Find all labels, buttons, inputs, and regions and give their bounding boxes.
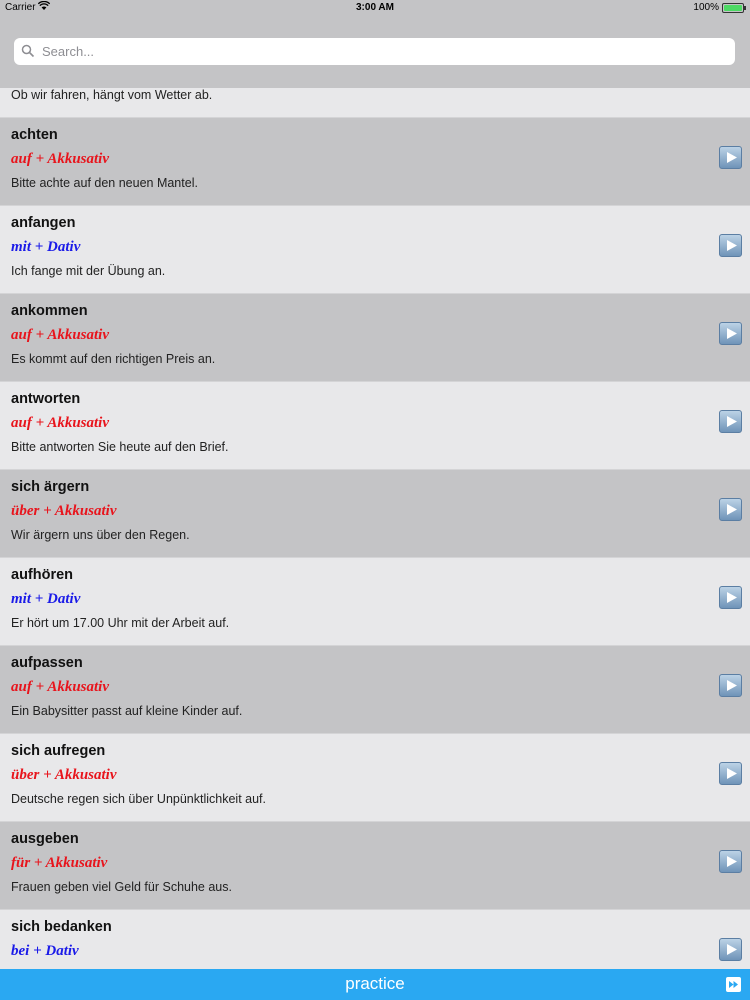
play-audio-button[interactable] [719, 234, 742, 257]
search-input[interactable] [42, 38, 722, 65]
preposition-case-label: auf + Akkusativ [11, 679, 110, 695]
list-item[interactable]: sich aufregen über + Akkusativ Deutsche re… [0, 733, 750, 821]
play-audio-button[interactable] [719, 586, 742, 609]
battery-percent: 100% [693, 2, 719, 13]
status-time: 3:00 AM [356, 2, 394, 13]
play-audio-button[interactable] [719, 674, 742, 697]
list-item[interactable]: aufpassen auf + Akkusativ Ein Babysitter p… [0, 645, 750, 733]
verb-label: achten [11, 127, 58, 143]
search-box[interactable] [14, 38, 735, 65]
verb-label: aufhören [11, 567, 74, 583]
verb-label: sich aufregen [11, 743, 106, 759]
list-item[interactable]: Ob wir fahren, hängt vom Wetter ab. [0, 88, 750, 117]
preposition-case-label: über + Akkusativ [11, 767, 117, 783]
play-icon [727, 504, 737, 515]
example-sentence: Wir ärgern uns über den Regen. [11, 528, 190, 542]
verb-label: sich bedanken [11, 919, 112, 935]
example-sentence: Ich fange mit der Übung an. [11, 264, 166, 278]
preposition-case-label: mit + Dativ [11, 591, 81, 607]
verb-label: sich ärgern [11, 479, 90, 495]
play-icon [727, 680, 737, 691]
list-item[interactable]: sich ärgern über + Akkusativ Wir ärgern un… [0, 469, 750, 557]
example-sentence: Ein Babysitter passt auf kleine Kinder a… [11, 704, 243, 718]
play-audio-button[interactable] [719, 938, 742, 961]
verb-label: aufpassen [11, 655, 83, 671]
preposition-case-label: auf + Akkusativ [11, 151, 110, 167]
list-item[interactable]: aufhören mit + Dativ Er hört um 17.00 Uhr … [0, 557, 750, 645]
verb-list[interactable]: Ob wir fahren, hängt vom Wetter ab. acht… [0, 88, 750, 969]
play-icon [727, 328, 737, 339]
verb-label: ankommen [11, 303, 88, 319]
example-sentence: Bitte antworten Sie heute auf den Brief. [11, 440, 229, 454]
fast-forward-icon[interactable] [726, 977, 741, 992]
play-audio-button[interactable] [719, 322, 742, 345]
play-icon [727, 856, 737, 867]
verb-label: ausgeben [11, 831, 79, 847]
play-icon [727, 768, 737, 779]
verb-label: antworten [11, 391, 81, 407]
example-sentence: Es kommt auf den richtigen Preis an. [11, 352, 216, 366]
example-sentence: Frauen geben viel Geld für Schuhe aus. [11, 880, 232, 894]
play-icon [727, 944, 737, 955]
search-icon [21, 44, 35, 58]
verb-label: anfangen [11, 215, 76, 231]
example-sentence: Deutsche regen sich über Unpünktlichkeit… [11, 792, 267, 806]
list-item[interactable]: ausgeben für + Akkusativ Frauen geben viel… [0, 821, 750, 909]
play-icon [727, 592, 737, 603]
list-item[interactable]: antworten auf + Akkusativ Bitte antworten … [0, 381, 750, 469]
example-sentence: Bitte achte auf den neuen Mantel. [11, 176, 198, 190]
play-icon [727, 416, 737, 427]
preposition-case-label: mit + Dativ [11, 239, 81, 255]
example-sentence: Er hört um 17.00 Uhr mit der Arbeit auf. [11, 616, 230, 630]
list-item[interactable]: ankommen auf + Akkusativ Es kommt auf den … [0, 293, 750, 381]
play-audio-button[interactable] [719, 498, 742, 521]
search-bar-container [0, 16, 750, 88]
preposition-case-label: auf + Akkusativ [11, 327, 110, 343]
list-item[interactable]: achten auf + Akkusativ Bitte achte auf den… [0, 117, 750, 205]
play-audio-button[interactable] [719, 850, 742, 873]
preposition-case-label: auf + Akkusativ [11, 415, 110, 431]
preposition-case-label: über + Akkusativ [11, 503, 117, 519]
battery-icon [722, 3, 746, 13]
play-audio-button[interactable] [719, 146, 742, 169]
play-audio-button[interactable] [719, 410, 742, 433]
play-icon [727, 152, 737, 163]
preposition-case-label: für + Akkusativ [11, 855, 108, 871]
list-item[interactable]: anfangen mit + Dativ Ich fange mit der Übu… [0, 205, 750, 293]
example-sentence: Ob wir fahren, hängt vom Wetter ab. [11, 88, 213, 102]
status-bar: Carrier 3:00 AM 100% [0, 0, 750, 16]
play-icon [727, 240, 737, 251]
play-audio-button[interactable] [719, 762, 742, 785]
practice-button[interactable]: practice [0, 974, 750, 994]
preposition-case-label: bei + Dativ [11, 943, 79, 959]
list-item[interactable]: sich bedankenbei + DativIch bedanke mich… [0, 909, 750, 969]
bottom-toolbar: practice [0, 969, 750, 1000]
